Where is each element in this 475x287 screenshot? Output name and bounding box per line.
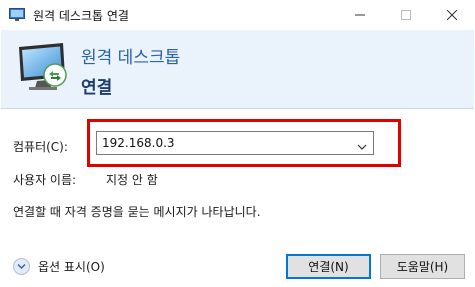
computer-value: 192.168.0.3 bbox=[102, 136, 175, 150]
title-bar: 원격 데스크톱 연결 bbox=[0, 0, 475, 30]
connect-button[interactable]: 연결(N) bbox=[286, 254, 371, 279]
banner-subtitle: 연결 bbox=[81, 78, 113, 98]
computer-label: 컴퓨터(C): bbox=[13, 140, 68, 154]
divider bbox=[1, 108, 474, 109]
show-options-label: 옵션 표시(O) bbox=[38, 259, 105, 274]
banner-title: 원격 데스크톱 bbox=[81, 48, 181, 68]
monitor-connection-icon bbox=[15, 41, 71, 93]
header-banner: 원격 데스크톱 연결 bbox=[1, 30, 474, 108]
maximize-button[interactable] bbox=[383, 0, 429, 30]
close-button[interactable] bbox=[429, 0, 475, 30]
chevron-down-icon[interactable] bbox=[357, 140, 367, 150]
credential-info-text: 연결할 때 자격 증명을 묻는 메시지가 나타납니다. bbox=[13, 205, 261, 219]
expand-icon[interactable] bbox=[13, 257, 30, 275]
help-button[interactable]: 도움말(H) bbox=[380, 254, 465, 279]
remote-desktop-icon bbox=[9, 8, 25, 22]
minimize-button[interactable] bbox=[337, 0, 383, 30]
username-value: 지정 안 함 bbox=[106, 173, 158, 187]
computer-combobox[interactable]: 192.168.0.3 bbox=[96, 131, 374, 155]
show-options-toggle[interactable]: 옵션 표시(O) bbox=[13, 256, 105, 276]
close-icon bbox=[447, 10, 457, 20]
window-title: 원격 데스크톱 연결 bbox=[33, 9, 129, 23]
username-label: 사용자 이름: bbox=[13, 173, 77, 187]
